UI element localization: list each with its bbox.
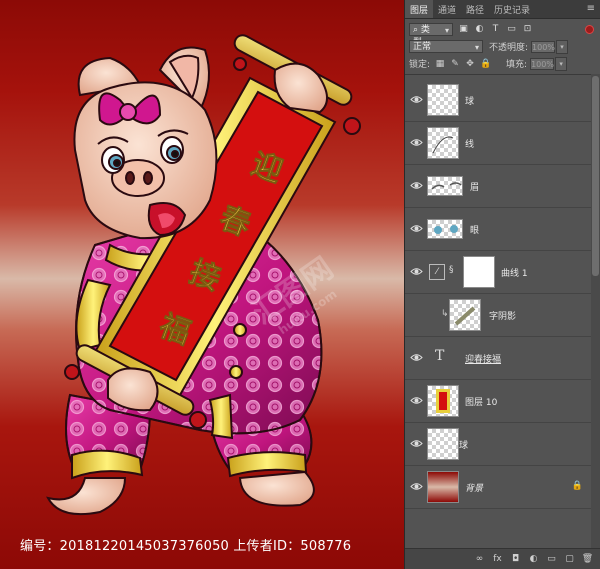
layer-row[interactable]: 线 — [405, 122, 591, 165]
lock-label: 锁定: — [409, 60, 431, 70]
filter-adjustment-icon[interactable]: ◐ — [474, 24, 485, 35]
panel-menu-icon[interactable]: ≡ — [587, 3, 595, 14]
layer-thumbnail — [427, 127, 459, 159]
layers-panel: 图层 通道 路径 历史记录 ≡ ⌕ 类型 ▣ ◐ T ▭ ⊡ 正常 不透明度: … — [404, 0, 600, 569]
filter-toggle[interactable] — [585, 25, 594, 34]
layer-row[interactable]: 背景 🔒 — [405, 466, 591, 509]
fx-icon[interactable]: fx — [491, 553, 504, 566]
trash-icon[interactable]: 🗑 — [581, 553, 594, 566]
adjustment-icon[interactable]: ◐ — [527, 553, 540, 566]
layer-row[interactable]: ↳ 字阴影 — [405, 294, 591, 337]
layers-scrollbar[interactable] — [591, 74, 600, 548]
filter-type-icon[interactable]: T — [490, 24, 501, 35]
layer-row[interactable]: 图层 10 — [405, 380, 591, 423]
layer-thumbnail — [427, 428, 459, 460]
layer-name: 球 — [465, 97, 475, 107]
link-icon[interactable]: ∞ — [473, 553, 486, 566]
layer-name: 图层 10 — [465, 398, 498, 408]
fill-field[interactable]: 100% — [530, 57, 555, 70]
scrollbar-thumb[interactable] — [592, 76, 599, 276]
layer-row[interactable]: 球 — [405, 423, 591, 466]
group-icon[interactable]: ▭ — [545, 553, 558, 566]
filter-row: ⌕ 类型 ▣ ◐ T ▭ ⊡ — [405, 21, 600, 48]
opacity-dropdown[interactable]: ▾ — [556, 39, 569, 54]
tab-channels[interactable]: 通道 — [433, 0, 461, 18]
watermark-text: 编号：20181220145037376050 上传者ID：508776 — [20, 539, 352, 554]
opacity-field[interactable]: 100% — [531, 40, 556, 53]
layer-thumbnail — [427, 471, 459, 503]
filter-shape-icon[interactable]: ▭ — [506, 24, 517, 35]
lock-position-icon[interactable]: ✥ — [465, 59, 475, 69]
filter-kind-select[interactable]: ⌕ 类型 — [409, 23, 453, 48]
eye-icon[interactable] — [410, 265, 423, 278]
eye-icon[interactable] — [410, 179, 423, 192]
eye-icon[interactable] — [410, 222, 423, 235]
eye-icon[interactable] — [410, 93, 423, 106]
curves-icon: ⁄ — [429, 264, 445, 280]
layer-name: 眉 — [470, 183, 480, 193]
opacity-label: 不透明度: — [489, 43, 529, 53]
layer-row[interactable]: 球 — [405, 79, 591, 122]
lock-icon: 🔒 — [571, 481, 583, 491]
layer-row[interactable]: 眼 — [405, 208, 591, 251]
text-layer-icon: T — [435, 348, 445, 364]
filter-smart-icon[interactable]: ⊡ — [522, 24, 533, 35]
watermark-caption: 编号：20181220145037376050 上传者ID：508776 — [0, 532, 404, 556]
lock-transparent-icon[interactable]: ▦ — [435, 59, 445, 69]
layer-row[interactable]: T 迎春接福 — [405, 337, 591, 380]
eye-icon[interactable] — [410, 480, 423, 493]
clip-arrow-icon: ↳ — [441, 309, 449, 319]
lock-image-icon[interactable]: ✎ — [450, 59, 460, 69]
layer-name: 球 — [459, 441, 469, 451]
panel-tabs: 图层 通道 路径 历史记录 ≡ — [405, 0, 600, 19]
mask-icon[interactable]: ◘ — [509, 553, 522, 566]
document-canvas[interactable]: 迎 春 接 福 汇图网 huitu.com 编号：2018122014503737… — [0, 0, 404, 569]
layer-name: 曲线 1 — [501, 269, 528, 279]
layers-list: 球 线 眉 眼 ⁄ § 曲线 1 ↳ 字阴影 T 迎春接福 图层 10 球 背景… — [405, 74, 600, 549]
new-layer-icon[interactable]: ▢ — [563, 553, 576, 566]
layer-row[interactable]: 眉 — [405, 165, 591, 208]
layers-bottom-bar: ∞ fx ◘ ◐ ▭ ▢ 🗑 — [405, 548, 600, 569]
tab-layers[interactable]: 图层 — [405, 0, 434, 18]
layer-thumbnail — [427, 219, 463, 239]
lock-row: 锁定: ▦ ✎ ✥ 🔒 填充: 100% ▾ — [405, 55, 600, 72]
blend-row: 正常 不透明度: 100% ▾ — [405, 38, 600, 55]
layer-thumbnail — [427, 84, 459, 116]
layer-name: 线 — [465, 140, 475, 150]
fill-label: 填充: — [506, 60, 528, 70]
layer-row[interactable]: ⁄ § 曲线 1 — [405, 251, 591, 294]
layer-name: 眼 — [470, 226, 480, 236]
lock-all-icon[interactable]: 🔒 — [480, 59, 491, 69]
eye-icon[interactable] — [410, 394, 423, 407]
layer-mask-thumbnail — [463, 256, 495, 288]
filter-pixel-icon[interactable]: ▣ — [458, 24, 469, 35]
fill-dropdown[interactable]: ▾ — [555, 56, 568, 71]
layer-thumbnail — [427, 176, 463, 196]
layer-thumbnail — [449, 299, 481, 331]
eye-icon[interactable] — [410, 136, 423, 149]
layer-name: 字阴影 — [489, 312, 517, 322]
link-chain-icon[interactable]: § — [449, 265, 454, 275]
eye-icon[interactable] — [410, 437, 423, 450]
blend-mode-select[interactable]: 正常 — [409, 40, 483, 54]
tab-history[interactable]: 历史记录 — [489, 0, 535, 18]
tab-paths[interactable]: 路径 — [461, 0, 489, 18]
eye-icon[interactable] — [410, 351, 423, 364]
pig-head — [73, 46, 218, 240]
layer-name: 背景 — [465, 484, 484, 494]
layer-thumbnail — [427, 385, 459, 417]
layer-name: 迎春接福 — [465, 355, 502, 365]
